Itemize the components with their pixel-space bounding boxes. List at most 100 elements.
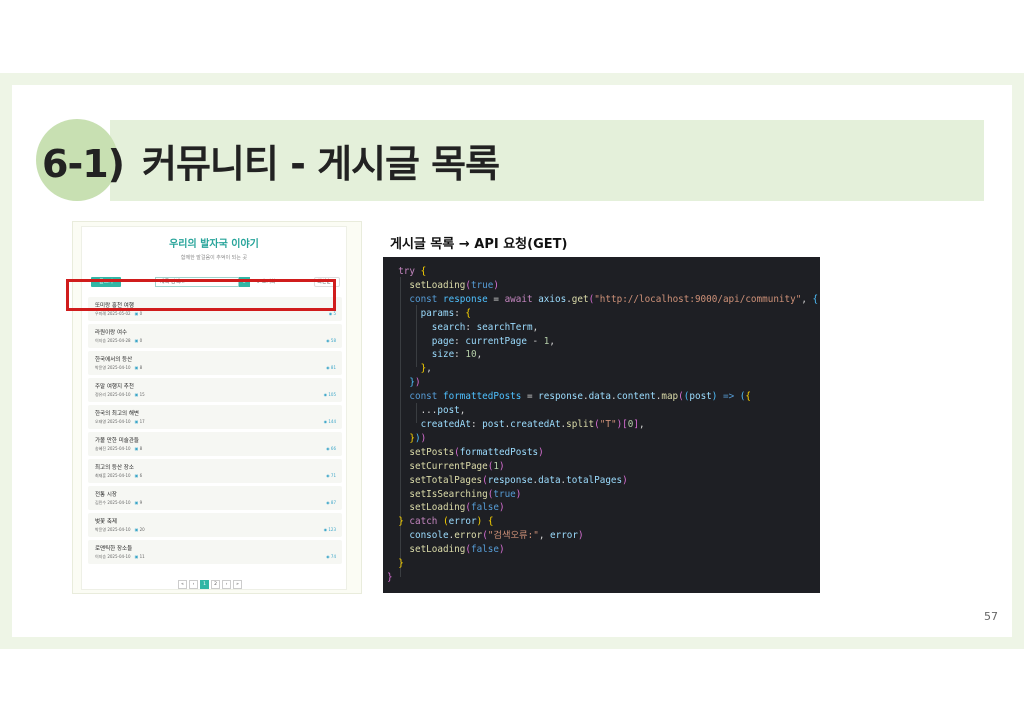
post-comments: 11 bbox=[139, 554, 145, 559]
post-author: 박윤영 bbox=[95, 527, 107, 532]
post-comments: 9 bbox=[139, 500, 143, 505]
code-line: const formattedPosts = response.data.con… bbox=[409, 391, 752, 403]
view-count: 71 bbox=[330, 473, 336, 478]
post-author: 박윤영 bbox=[95, 365, 107, 370]
split-char: "T" bbox=[599, 418, 617, 430]
page-button[interactable]: 1 bbox=[200, 580, 209, 589]
post-author: 김민수 bbox=[95, 500, 107, 505]
page-button[interactable]: › bbox=[222, 580, 231, 589]
post-author: 이지승 bbox=[95, 338, 107, 343]
post-title[interactable]: 한국에서의 등산 bbox=[95, 355, 132, 363]
view-count: 123 bbox=[328, 527, 336, 532]
post-comments: 15 bbox=[139, 392, 145, 397]
post-date: 2025-04-10 bbox=[107, 554, 131, 559]
post-views: ◉ 81 bbox=[326, 365, 336, 370]
code-line: size: 10, bbox=[431, 349, 483, 361]
post-meta: 이지승 2025-04-28 ▣ 0 bbox=[95, 338, 142, 344]
code-line: setLoading(false) bbox=[409, 544, 505, 556]
post-views: ◉ 5 bbox=[329, 311, 336, 316]
post-comments: 17 bbox=[139, 419, 145, 424]
post-title[interactable]: 전통 시장 bbox=[95, 490, 117, 498]
post-views: ◉ 123 bbox=[324, 527, 336, 532]
slide-title-text: 커뮤니티 - 게시글 목록 bbox=[142, 142, 500, 186]
post-date: 2025-04-10 bbox=[107, 527, 131, 532]
post-item[interactable]: 주말 여행지 추천정유리 2025-04-10 ▣ 15 ◉ 105 bbox=[88, 378, 342, 402]
post-author: 오태영 bbox=[95, 419, 107, 424]
code-line: const response = await axios.get("http:/… bbox=[409, 293, 819, 305]
view-count: 87 bbox=[330, 500, 336, 505]
post-item[interactable]: 라원이랑 여수이지승 2025-04-28 ▣ 0 ◉ 58 bbox=[88, 324, 342, 348]
post-comments: 0 bbox=[139, 311, 143, 316]
view-count: 5 bbox=[333, 311, 336, 316]
code-line: } catch (error) { bbox=[398, 516, 494, 528]
post-item[interactable]: 가볼 만한 미술관들 송혜진 2025-04-10 ▣ 8 ◉ 66 bbox=[88, 432, 342, 456]
page-number: 57 bbox=[984, 610, 998, 623]
slide-content: 6-1) 커뮤니티 - 게시글 목록 우리의 발자국 이야기 함께한 발걸음이 추… bbox=[12, 85, 1012, 637]
code-line: } bbox=[398, 558, 404, 570]
page-button[interactable]: » bbox=[233, 580, 242, 589]
view-count: 66 bbox=[330, 446, 336, 451]
post-date: 2025-04-10 bbox=[107, 446, 131, 451]
code-line: setPosts(formattedPosts) bbox=[409, 446, 544, 458]
error-message: "검색오류:" bbox=[487, 530, 539, 542]
code-line: }, bbox=[420, 363, 432, 375]
post-item[interactable]: 한국에서의 등산 박윤영 2025-04-10 ▣ 8 ◉ 81 bbox=[88, 351, 342, 375]
code-line: setIsSearching(true) bbox=[409, 488, 522, 500]
view-count: 144 bbox=[328, 419, 336, 424]
page-button[interactable]: « bbox=[178, 580, 187, 589]
post-date: 2025-04-10 bbox=[107, 419, 131, 424]
post-item[interactable]: 로맨틱한 장소들이지승 2025-04-10 ▣ 11 ◉ 74 bbox=[88, 540, 342, 564]
post-comments: 8 bbox=[139, 446, 143, 451]
code-line: ...post, bbox=[387, 405, 466, 417]
post-title[interactable]: 로맨틱한 장소들 bbox=[95, 544, 132, 552]
slide-number: 6-1) bbox=[42, 142, 125, 186]
post-meta: 김민수 2025-04-10 ▣ 9 bbox=[95, 500, 142, 506]
post-meta: 박윤영 2025-04-10 ▣ 20 bbox=[95, 527, 145, 533]
post-views: ◉ 74 bbox=[326, 554, 336, 559]
app-screenshot: 우리의 발자국 이야기 함께한 발걸음이 추억이 되는 곳 글쓰기 제목 검색.… bbox=[72, 221, 362, 594]
post-title[interactable]: 주말 여행지 추천 bbox=[95, 382, 134, 390]
post-comments: 0 bbox=[139, 338, 143, 343]
post-date: 2025-04-10 bbox=[107, 392, 131, 397]
post-views: ◉ 105 bbox=[324, 392, 336, 397]
post-author: 송혜진 bbox=[95, 446, 107, 451]
post-views: ◉ 87 bbox=[326, 500, 336, 505]
slide-title: 6-1) 커뮤니티 - 게시글 목록 bbox=[42, 133, 500, 188]
code-line: search: searchTerm, bbox=[431, 321, 539, 333]
view-count: 105 bbox=[328, 392, 336, 397]
highlight-box bbox=[66, 279, 336, 311]
post-item[interactable]: 벚꽃 축제박윤영 2025-04-10 ▣ 20 ◉ 123 bbox=[88, 513, 342, 537]
post-meta: 정유리 2025-04-10 ▣ 15 bbox=[95, 392, 145, 398]
code-line: })) bbox=[409, 432, 427, 444]
post-author: 최재훈 bbox=[95, 473, 107, 478]
post-meta: 최재훈 2025-04-10 ▣ 6 bbox=[95, 473, 142, 479]
post-title[interactable]: 한국의 최고의 해변 bbox=[95, 409, 139, 417]
post-title[interactable]: 최고의 등산 장소 bbox=[95, 463, 134, 471]
post-views: ◉ 66 bbox=[326, 446, 336, 451]
code-line: } bbox=[387, 571, 393, 583]
post-meta: 오태영 2025-04-10 ▣ 17 bbox=[95, 419, 145, 425]
post-title[interactable]: 가볼 만한 미술관들 bbox=[95, 436, 139, 444]
code-line: setLoading(false) bbox=[409, 502, 505, 514]
code-line: params: { bbox=[420, 307, 471, 319]
page-button[interactable]: 2 bbox=[211, 580, 220, 589]
post-item[interactable]: 최고의 등산 장소최재훈 2025-04-10 ▣ 6 ◉ 71 bbox=[88, 459, 342, 483]
code-line: setTotalPages(response.data.totalPages) bbox=[409, 474, 628, 486]
post-item[interactable]: 전통 시장김민수 2025-04-10 ▣ 9 ◉ 87 bbox=[88, 486, 342, 510]
post-title[interactable]: 라원이랑 여수 bbox=[95, 328, 127, 336]
pagination: «‹ 1 2 ›» bbox=[178, 580, 242, 590]
post-views: ◉ 71 bbox=[326, 473, 336, 478]
api-url: "http://localhost:9000/api/community" bbox=[594, 293, 802, 305]
post-meta: 우미례 2025-05-02 ▣ 0 bbox=[95, 311, 142, 317]
post-date: 2025-04-28 bbox=[107, 338, 131, 343]
code-heading: 게시글 목록 → API 요청(GET) bbox=[390, 237, 568, 252]
post-date: 2025-05-02 bbox=[107, 311, 131, 316]
page-button[interactable]: ‹ bbox=[189, 580, 198, 589]
code-line: setCurrentPage(1) bbox=[409, 460, 505, 472]
post-title[interactable]: 벚꽃 축제 bbox=[95, 517, 117, 525]
post-comments: 8 bbox=[139, 365, 143, 370]
post-item[interactable]: 한국의 최고의 해변 오태영 2025-04-10 ▣ 17 ◉ 144 bbox=[88, 405, 342, 429]
post-author: 정유리 bbox=[95, 392, 107, 397]
post-views: ◉ 58 bbox=[326, 338, 336, 343]
post-meta: 이지승 2025-04-10 ▣ 11 bbox=[95, 554, 145, 560]
